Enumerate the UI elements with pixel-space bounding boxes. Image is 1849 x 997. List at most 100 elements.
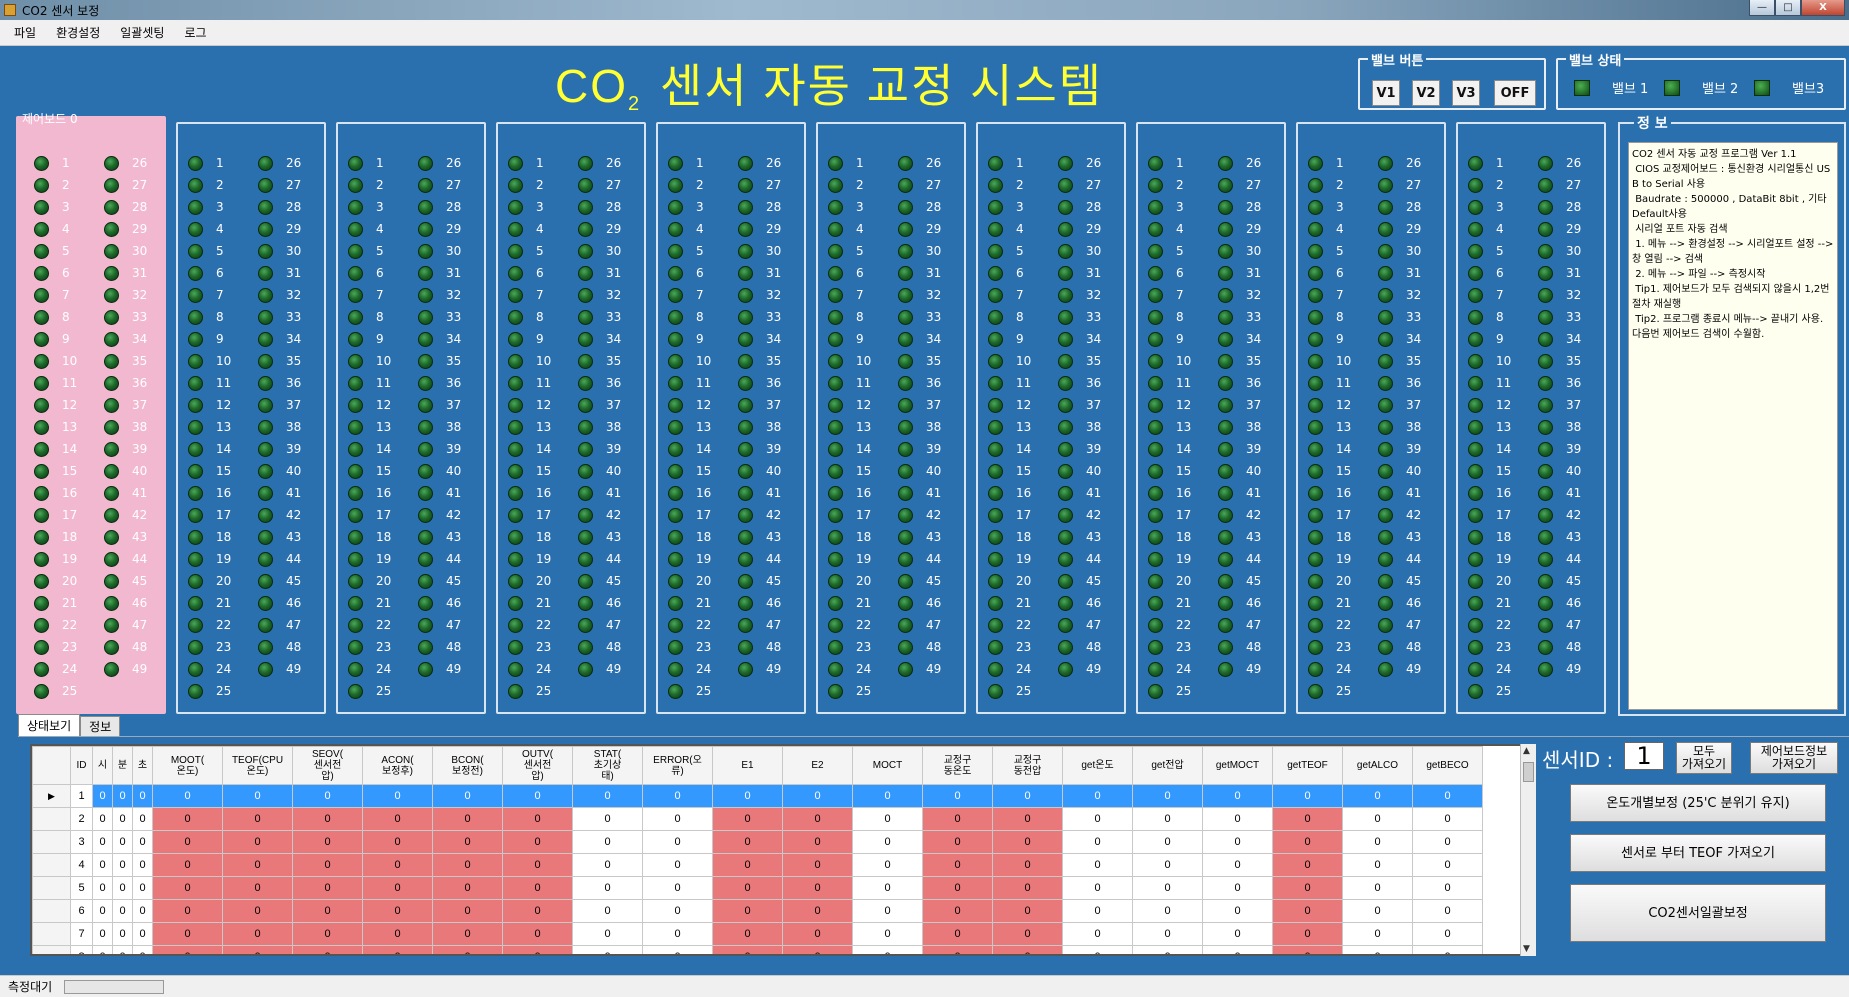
table-cell[interactable]: 0: [1062, 807, 1133, 831]
table-cell[interactable]: 0: [1272, 853, 1343, 877]
table-cell[interactable]: 0: [92, 830, 113, 854]
table-cell[interactable]: 0: [152, 784, 223, 808]
table-cell[interactable]: 0: [712, 784, 783, 808]
column-header[interactable]: MOOT( 온도): [152, 746, 223, 785]
column-header[interactable]: E1: [712, 746, 783, 785]
table-cell[interactable]: 0: [1062, 784, 1133, 808]
table-cell[interactable]: 0: [502, 876, 573, 900]
table-cell[interactable]: 0: [112, 784, 133, 808]
column-header[interactable]: getALCO: [1342, 746, 1413, 785]
table-cell[interactable]: 0: [712, 899, 783, 923]
table-cell[interactable]: 0: [502, 784, 573, 808]
table-cell[interactable]: 0: [92, 945, 113, 954]
column-header[interactable]: ACON( 보정후): [362, 746, 433, 785]
table-cell[interactable]: 0: [782, 922, 853, 946]
table-cell[interactable]: 0: [922, 830, 993, 854]
table-row[interactable]: 30000000000000000000000: [32, 830, 1483, 854]
table-cell[interactable]: 0: [92, 922, 113, 946]
table-cell[interactable]: 0: [1062, 922, 1133, 946]
table-cell[interactable]: 0: [502, 945, 573, 954]
table-cell[interactable]: 0: [1342, 807, 1413, 831]
valve-v2-button[interactable]: V2: [1412, 80, 1440, 106]
table-cell[interactable]: 0: [152, 876, 223, 900]
table-cell[interactable]: 0: [502, 830, 573, 854]
table-cell[interactable]: 0: [922, 876, 993, 900]
table-cell[interactable]: 0: [222, 876, 293, 900]
table-cell[interactable]: 0: [1202, 899, 1273, 923]
table-cell[interactable]: 0: [572, 922, 643, 946]
table-cell[interactable]: 0: [1132, 876, 1203, 900]
table-cell[interactable]: 0: [292, 899, 363, 923]
control-board-6[interactable]: 1 2 3 4 5 6 7 8 9 10 11 12 13 14 15 16 17 18 19 20 21 22 23 24 2…: [976, 122, 1126, 714]
table-cell[interactable]: 0: [642, 830, 713, 854]
table-cell[interactable]: 0: [362, 853, 433, 877]
minimize-button[interactable]: —: [1749, 0, 1775, 16]
table-cell[interactable]: 0: [572, 830, 643, 854]
table-cell[interactable]: 0: [432, 784, 503, 808]
table-cell[interactable]: 0: [992, 807, 1063, 831]
table-cell[interactable]: 0: [152, 922, 223, 946]
column-header[interactable]: 시: [92, 746, 113, 785]
table-cell[interactable]: 0: [1342, 784, 1413, 808]
table-cell[interactable]: 0: [1342, 899, 1413, 923]
menu-settings[interactable]: 환경설정: [56, 24, 100, 41]
current-row-indicator-icon[interactable]: ▶: [32, 784, 71, 808]
table-cell[interactable]: 0: [1412, 853, 1483, 877]
menu-log[interactable]: 로그: [184, 24, 206, 41]
table-cell[interactable]: 0: [132, 853, 153, 877]
scroll-thumb[interactable]: [1523, 762, 1534, 782]
table-cell[interactable]: 0: [432, 807, 503, 831]
table-row[interactable]: 60000000000000000000000: [32, 899, 1483, 923]
table-cell[interactable]: 0: [132, 830, 153, 854]
table-cell[interactable]: 0: [362, 945, 433, 954]
table-cell[interactable]: 0: [1132, 853, 1203, 877]
table-row[interactable]: 40000000000000000000000: [32, 853, 1483, 877]
table-cell[interactable]: 4: [70, 853, 93, 877]
table-cell[interactable]: 0: [1342, 922, 1413, 946]
tab-status-view[interactable]: 상태보기: [18, 714, 81, 736]
valve-v3-button[interactable]: V3: [1452, 80, 1480, 106]
table-cell[interactable]: 0: [572, 945, 643, 954]
table-cell[interactable]: 0: [782, 899, 853, 923]
table-cell[interactable]: 0: [222, 853, 293, 877]
close-button[interactable]: X: [1801, 0, 1845, 16]
table-cell[interactable]: 0: [572, 876, 643, 900]
table-cell[interactable]: 0: [222, 945, 293, 954]
table-cell[interactable]: 0: [92, 899, 113, 923]
control-board-0[interactable]: 제어보드 0 1 2 3 4 5 6 7 8 9 10 11 12 13 14 15 16 17 18 19 20 21 2…: [16, 112, 166, 714]
table-cell[interactable]: 0: [1272, 784, 1343, 808]
table-cell[interactable]: 0: [502, 922, 573, 946]
table-cell[interactable]: 1: [70, 784, 93, 808]
table-cell[interactable]: 0: [1132, 784, 1203, 808]
table-cell[interactable]: 0: [502, 853, 573, 877]
menu-batch-setting[interactable]: 일괄셋팅: [120, 24, 164, 41]
table-cell[interactable]: 0: [1342, 853, 1413, 877]
table-cell[interactable]: 0: [292, 807, 363, 831]
table-cell[interactable]: 0: [1342, 830, 1413, 854]
table-cell[interactable]: 0: [922, 922, 993, 946]
table-cell[interactable]: 0: [782, 807, 853, 831]
table-cell[interactable]: 3: [70, 830, 93, 854]
table-cell[interactable]: 0: [1342, 876, 1413, 900]
table-cell[interactable]: 0: [572, 807, 643, 831]
table-cell[interactable]: 0: [992, 945, 1063, 954]
sensor-id-input[interactable]: 1: [1624, 742, 1664, 770]
table-cell[interactable]: 0: [782, 784, 853, 808]
control-board-8[interactable]: 1 2 3 4 5 6 7 8 9 10 11 12 13 14 15 16 17 18 19 20 21 22 23 24 2…: [1296, 122, 1446, 714]
table-cell[interactable]: 0: [852, 784, 923, 808]
table-cell[interactable]: 0: [292, 876, 363, 900]
valve-off-button[interactable]: OFF: [1494, 80, 1536, 106]
table-cell[interactable]: 0: [642, 807, 713, 831]
table-cell[interactable]: 0: [92, 807, 113, 831]
table-cell[interactable]: 0: [1412, 807, 1483, 831]
table-cell[interactable]: 0: [712, 876, 783, 900]
table-cell[interactable]: 0: [432, 945, 503, 954]
table-cell[interactable]: 0: [222, 807, 293, 831]
table-cell[interactable]: 0: [432, 922, 503, 946]
table-cell[interactable]: 5: [70, 876, 93, 900]
table-cell[interactable]: 0: [222, 922, 293, 946]
table-cell[interactable]: 0: [132, 899, 153, 923]
column-header[interactable]: getTEOF: [1272, 746, 1343, 785]
table-cell[interactable]: 0: [1272, 899, 1343, 923]
table-cell[interactable]: 0: [112, 945, 133, 954]
